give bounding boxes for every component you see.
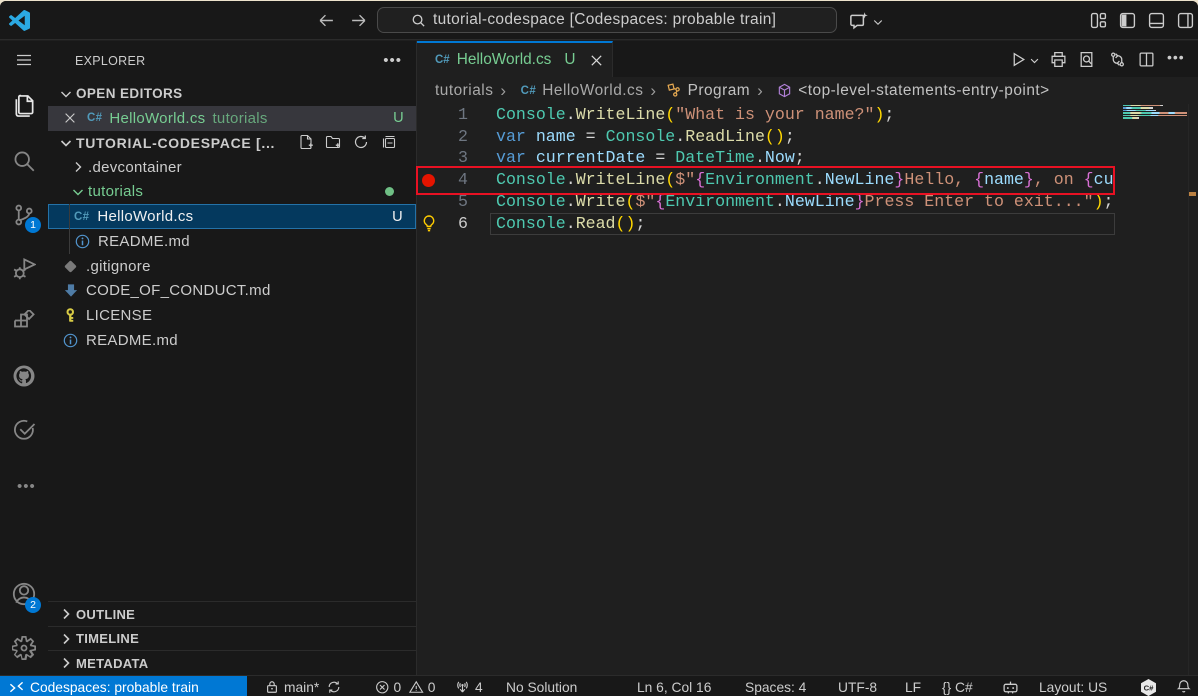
svg-text:C#: C# [1144,683,1155,692]
